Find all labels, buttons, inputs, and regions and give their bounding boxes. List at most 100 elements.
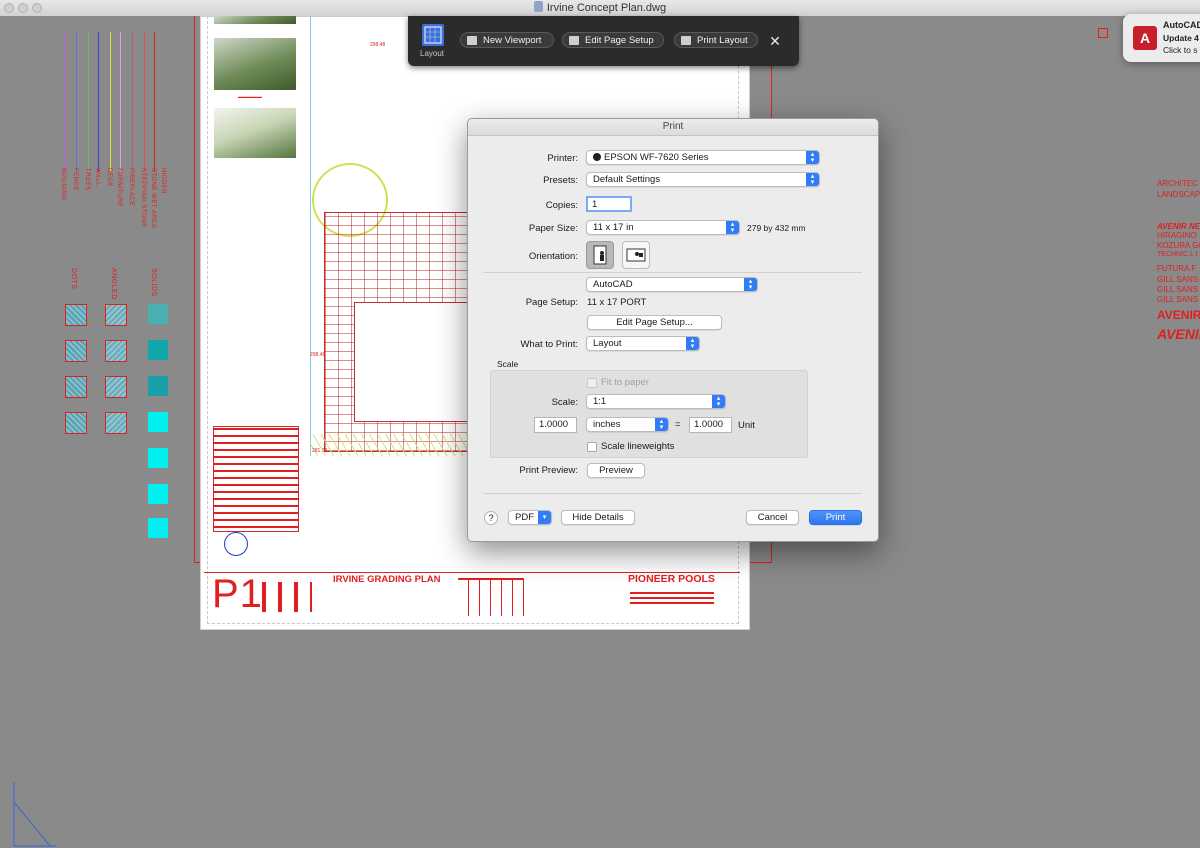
edit-page-setup-toolbar-button[interactable]: Edit Page Setup — [562, 32, 664, 48]
pdf-menu-button[interactable]: PDF ▾ — [508, 510, 552, 525]
notification-line: Click to s — [1163, 45, 1198, 55]
legend-line — [154, 32, 155, 172]
hatch-swatch — [65, 304, 87, 326]
text-sample: TECHNIC L I — [1157, 251, 1198, 258]
hatch-swatch — [65, 412, 87, 434]
print-layout-button[interactable]: Print Layout — [674, 32, 758, 48]
copies-label: Copies: — [545, 200, 578, 211]
pdf-label: PDF — [515, 512, 534, 523]
chevron-updown-icon: ▴ ▾ — [806, 173, 819, 186]
logo-mark — [262, 582, 312, 612]
landscape-orientation-button[interactable] — [622, 241, 650, 269]
chevron-updown-icon: ▴ ▾ — [686, 337, 699, 350]
text-sample: AVENIR — [1157, 308, 1200, 322]
scale-select[interactable]: 1:1 ▴ ▾ — [586, 394, 726, 409]
ucs-icon — [13, 782, 56, 847]
hide-details-button[interactable]: Hide Details — [561, 510, 635, 525]
legend-line — [64, 32, 65, 172]
edit-page-setup-button[interactable]: Edit Page Setup... — [587, 315, 722, 330]
help-button[interactable]: ? — [484, 511, 498, 525]
units-select[interactable]: inches ▴ ▾ — [586, 417, 669, 432]
legend-line — [144, 32, 145, 172]
unit-label: Unit — [738, 420, 755, 431]
planting-area — [310, 434, 470, 456]
paper-size-label: Paper Size: — [528, 223, 578, 234]
legend-group-label: DOTS — [70, 268, 77, 290]
legend-label: FENCE — [72, 168, 78, 191]
app-section-select[interactable]: AutoCAD ▴ ▾ — [586, 277, 758, 292]
presets-select[interactable]: Default Settings ▴ ▾ — [586, 172, 820, 187]
legend-line — [120, 32, 121, 172]
sheet-id: P1 — [212, 572, 263, 616]
fit-to-paper-checkbox[interactable] — [587, 378, 597, 388]
close-toolbar-icon[interactable]: ✕ — [766, 32, 784, 50]
chevron-updown-icon: ▴ ▾ — [712, 395, 725, 408]
paper-size-select[interactable]: 11 x 17 in ▴ ▾ — [586, 220, 740, 235]
text-sample: HIRAGINO — [1157, 231, 1197, 240]
page-setup-value: 11 x 17 PORT — [587, 297, 647, 308]
layout-label: Layout — [420, 49, 445, 58]
portrait-orientation-button[interactable] — [586, 241, 614, 269]
legend-label: TREES — [84, 168, 90, 191]
new-viewport-button[interactable]: New Viewport — [460, 32, 554, 48]
app-section-value: AutoCAD — [593, 279, 633, 290]
printer-status-icon — [593, 153, 601, 161]
notification-line: Update 4 — [1163, 33, 1199, 43]
legend-label: HIDDEN — [160, 168, 166, 195]
presets-label: Presets: — [543, 175, 578, 186]
legend-label: FIREPLACE — [128, 168, 134, 206]
scale-unit-input[interactable]: 1.0000 — [689, 417, 732, 433]
legend-label: BUILDING — [60, 168, 66, 201]
print-button[interactable]: Print — [809, 510, 862, 525]
corner-marker — [1098, 28, 1108, 38]
legend-group-label: SOLIDS — [150, 268, 157, 297]
notification-title: AutoCAD — [1163, 20, 1200, 30]
hatch-swatch — [105, 376, 127, 398]
text-sample: KOZURA GO — [1157, 241, 1200, 250]
presets-value: Default Settings — [593, 174, 661, 185]
legend-label: WALL — [94, 168, 100, 187]
new-viewport-label: New Viewport — [483, 35, 542, 46]
property-line — [310, 16, 311, 456]
north-arrow — [224, 532, 248, 556]
solid-swatch — [148, 304, 168, 324]
solid-swatch — [148, 412, 168, 432]
text-sample: GILL SANS — [1157, 285, 1199, 294]
what-to-print-select[interactable]: Layout ▴ ▾ — [586, 336, 700, 351]
preview-button[interactable]: Preview — [587, 463, 645, 478]
scale-value: 1:1 — [593, 396, 607, 407]
legend-group-label: ANGLED — [110, 268, 117, 300]
cancel-button[interactable]: Cancel — [746, 510, 799, 525]
separator — [483, 272, 862, 273]
layout-icon[interactable] — [422, 24, 444, 46]
edit-page-setup-label: Edit Page Setup — [585, 35, 654, 46]
printer-select[interactable]: EPSON WF-7620 Series ▴ ▾ — [586, 150, 820, 165]
text-sample: ARCHITEC — [1157, 179, 1198, 188]
dimension-label: 298.48 — [310, 352, 326, 358]
what-to-print-value: Layout — [593, 338, 622, 349]
scale-lineweights-checkbox[interactable] — [587, 442, 597, 452]
print-preview-label: Print Preview: — [519, 465, 578, 476]
orientation-label: Orientation: — [528, 251, 578, 262]
legend-label: DECK — [106, 168, 112, 187]
legend-line — [98, 32, 99, 172]
print-layout-label: Print Layout — [697, 35, 748, 46]
scale-paper-input[interactable]: 1.0000 — [534, 417, 577, 433]
scale-group-label: Scale — [497, 359, 519, 369]
text-sample: GILL SANS — [1157, 295, 1199, 304]
equals-sign: = — [675, 419, 681, 430]
plan-title: IRVINE GRADING PLAN — [333, 574, 441, 585]
page-setup-label: Page Setup: — [525, 297, 578, 308]
chevron-updown-icon: ▴ ▾ — [655, 418, 668, 431]
update-notification[interactable]: A AutoCAD Update 4 Click to s — [1123, 14, 1200, 62]
chevron-updown-icon: ▴ ▾ — [744, 278, 757, 291]
legend-line — [76, 32, 77, 172]
dimension-label: 281.72 — [312, 448, 328, 454]
copies-input[interactable]: 1 — [586, 196, 632, 212]
solid-swatch — [148, 448, 168, 468]
plant-photo — [214, 108, 296, 158]
solid-swatch — [148, 376, 168, 396]
viewport-icon — [467, 36, 477, 45]
hatch-swatch — [105, 304, 127, 326]
text-sample: GILL SANS — [1157, 275, 1199, 284]
